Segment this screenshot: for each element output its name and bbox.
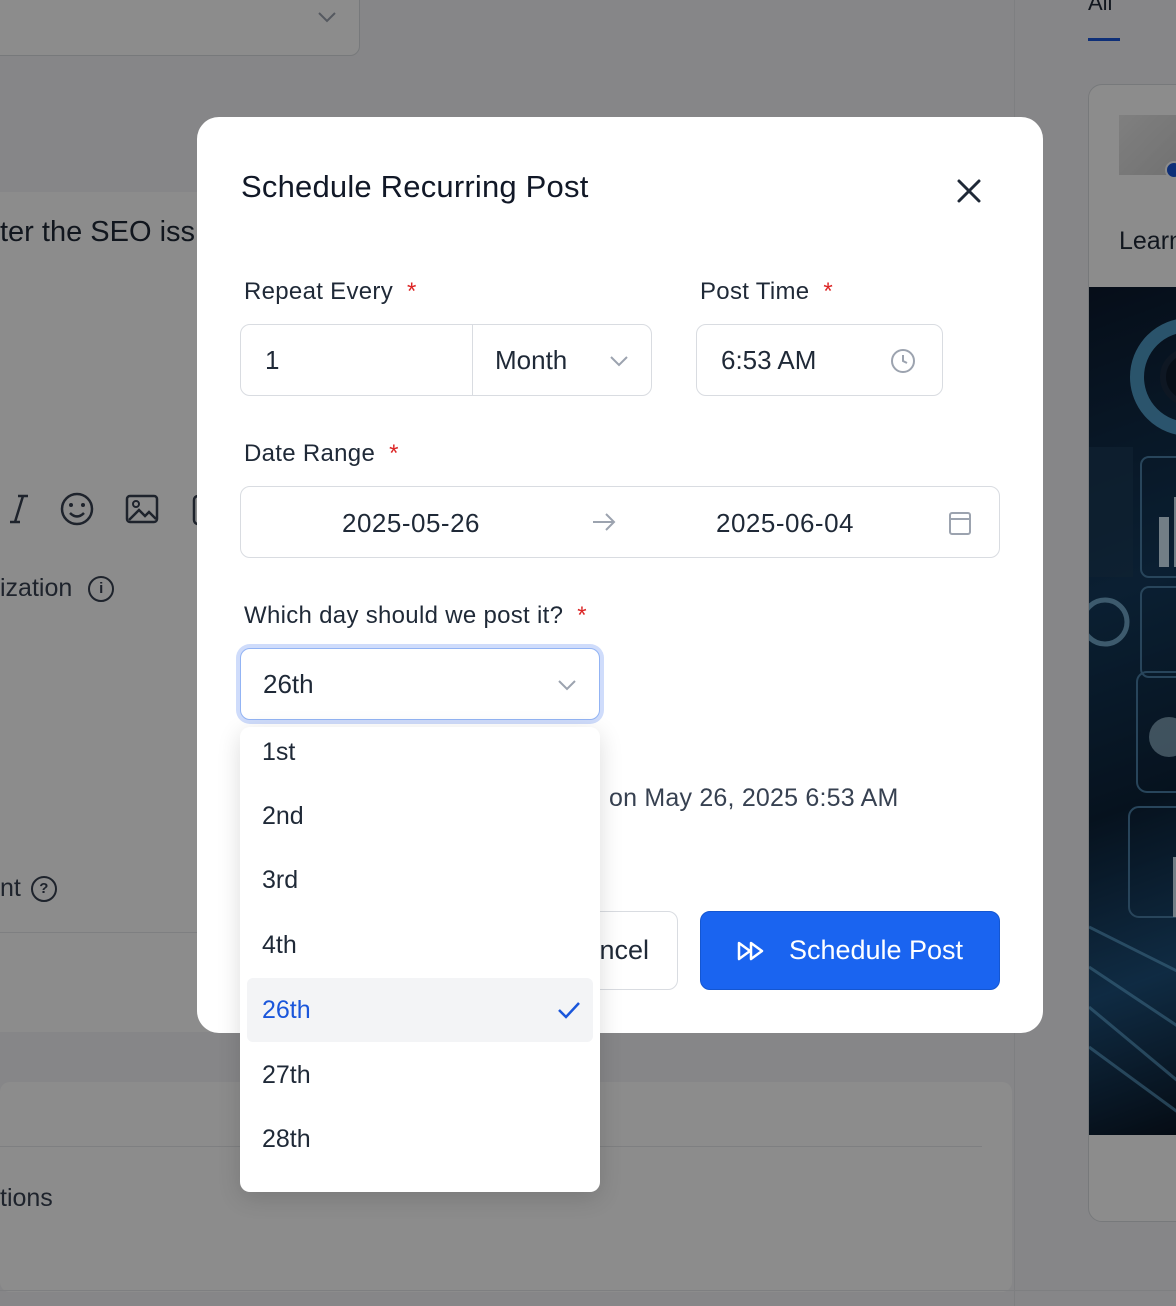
cancel-label: ncel xyxy=(599,935,649,965)
date-range-label: Date Range * xyxy=(244,440,399,467)
modal-title: Schedule Recurring Post xyxy=(241,169,589,204)
dropdown-option[interactable]: 2nd xyxy=(247,784,593,848)
date-range-start[interactable]: 2025-05-26 xyxy=(342,508,480,539)
dropdown-option[interactable]: 4th xyxy=(247,913,593,977)
repeat-every-label: Repeat Every * xyxy=(244,278,417,305)
schedule-post-button[interactable]: Schedule Post xyxy=(700,911,1000,990)
check-icon xyxy=(558,1002,580,1019)
required-mark: * xyxy=(407,278,417,305)
required-mark: * xyxy=(389,440,399,467)
dropdown-option[interactable]: 1st xyxy=(247,727,593,784)
schedule-post-label: Schedule Post xyxy=(788,935,964,965)
close-icon[interactable] xyxy=(953,175,985,207)
repeat-unit-select[interactable]: Month xyxy=(473,325,651,395)
schedule-summary: on May 26, 2025 6:53 AM xyxy=(609,784,899,812)
dropdown-option[interactable]: 27th xyxy=(247,1043,593,1107)
repeat-unit-value: Month xyxy=(495,344,568,375)
post-time-label: Post Time * xyxy=(700,278,834,305)
post-time-picker[interactable]: 6:53 AM xyxy=(696,324,943,396)
date-range-end[interactable]: 2025-06-04 xyxy=(716,508,854,539)
dropdown-option[interactable]: 28th xyxy=(247,1107,593,1171)
repeat-every-group: Month xyxy=(240,324,652,396)
post-time-value: 6:53 AM xyxy=(721,344,817,375)
dropdown-option[interactable]: 3rd xyxy=(247,848,593,912)
chevron-down-icon xyxy=(558,680,576,691)
arrow-right-icon xyxy=(593,513,616,531)
date-range-picker[interactable]: 2025-05-26 2025-06-04 xyxy=(240,486,1000,558)
post-day-select[interactable]: 26th xyxy=(240,648,600,720)
calendar-icon xyxy=(949,512,971,535)
post-day-dropdown: 1st 2nd 3rd 4th 26th 27th 28th xyxy=(240,727,600,1192)
required-mark: * xyxy=(823,278,834,305)
post-day-label: Which day should we post it? * xyxy=(244,602,587,629)
dropdown-option-selected[interactable]: 26th xyxy=(247,978,593,1042)
fast-forward-icon xyxy=(737,941,764,960)
clock-icon xyxy=(891,349,915,373)
repeat-interval-input[interactable] xyxy=(241,325,473,395)
required-mark: * xyxy=(577,602,587,629)
chevron-down-icon xyxy=(610,356,628,367)
post-day-value: 26th xyxy=(263,668,314,699)
